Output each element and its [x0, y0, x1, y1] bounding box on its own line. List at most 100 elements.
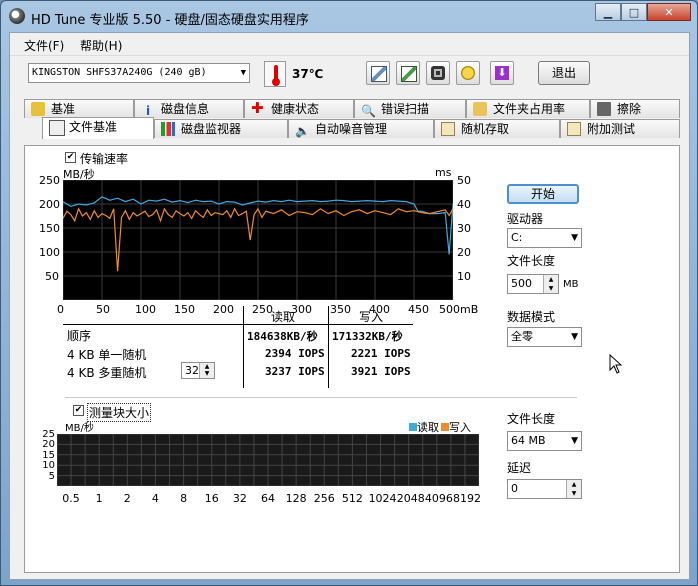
queue-depth-stepper[interactable]: 32 ▲ ▼	[181, 362, 215, 379]
tab-noise-management[interactable]: 🔈 自动噪音管理	[288, 119, 434, 138]
block-file-length-select[interactable]: 64 MB ▼	[507, 431, 582, 451]
y-left-tick-label: 250	[39, 174, 60, 187]
file-benchmark-icon	[49, 120, 65, 136]
x-tick-label: 150	[174, 303, 195, 316]
block-size-checkbox[interactable]: ✔	[73, 405, 84, 416]
x-tick-label: 50	[96, 303, 110, 316]
coins-icon	[461, 66, 475, 80]
block-x-tick-label: 128	[285, 492, 307, 505]
block-file-length-value: 64 MB	[511, 434, 546, 447]
row-sequential-write: 171332KB/秒	[332, 330, 403, 343]
row-4k-single-read: 2394 IOPS	[265, 347, 325, 360]
file-length-value: 500	[511, 277, 532, 290]
chevron-down-icon: ▼	[571, 332, 578, 342]
x-tick-label: 450	[408, 303, 429, 316]
random-access-icon	[441, 122, 455, 136]
tab-extra-tests[interactable]: 附加测试	[560, 119, 680, 138]
menu-file[interactable]: 文件(F)	[24, 37, 64, 54]
file-length-stepper[interactable]: 500 ▲ ▼	[507, 274, 559, 294]
y-right-tick-label: 30	[457, 222, 471, 235]
x-tick-label: 0	[57, 303, 64, 316]
info-icon: i	[145, 104, 151, 118]
copy-info-icon	[401, 66, 417, 82]
tab-folder-usage[interactable]: 文件夹占用率	[466, 99, 590, 118]
screenshot-button[interactable]	[426, 61, 450, 85]
y-right-tick-label: 40	[457, 198, 471, 211]
block-size-chart	[56, 433, 480, 487]
data-mode-select[interactable]: 全零 ▼	[507, 327, 582, 347]
legend-write-label: 写入	[449, 421, 471, 434]
tab-random-access[interactable]: 随机存取	[434, 119, 560, 138]
delay-label: 延迟	[507, 461, 532, 475]
block-x-tick-label: 2	[123, 492, 131, 505]
x-tick-label: 250	[252, 303, 273, 316]
delay-stepper[interactable]: 0 ▲ ▼	[507, 479, 582, 499]
options-button[interactable]	[456, 61, 480, 85]
tab-disk-monitor[interactable]: 磁盘监视器	[154, 119, 288, 138]
thermometer-icon	[264, 61, 286, 87]
transfer-unit-right: ms	[435, 166, 452, 179]
chevron-down-icon: ▼	[240, 68, 246, 78]
menu-help[interactable]: 帮助(H)	[80, 37, 122, 54]
benchmark-icon	[31, 102, 45, 116]
tab-row-bottom: 文件基准 磁盘监视器 🔈 自动噪音管理 随机存取 附加测试	[24, 117, 680, 139]
block-size-label: 测量块大小	[87, 403, 152, 422]
row-sequential-label: 顺序	[67, 329, 92, 343]
save-button[interactable]: ⬇	[490, 61, 514, 85]
stepper-arrows-icon[interactable]: ▲ ▼	[566, 480, 581, 498]
client-area: 文件(F) 帮助(H) KINGSTON SHFS37A240G (240 gB…	[9, 32, 690, 580]
minimize-button[interactable]: ▁	[595, 3, 621, 21]
block-file-length-label: 文件长度	[507, 412, 556, 426]
y-left-tick-label: 150	[39, 222, 60, 235]
exit-button[interactable]: 退出	[538, 61, 590, 85]
file-length-label: 文件长度	[507, 254, 556, 268]
tab-disk-info[interactable]: i 磁盘信息	[134, 99, 244, 118]
block-x-tick-label: 0.5	[62, 492, 80, 505]
y-right-tick-label: 10	[457, 270, 471, 283]
speaker-icon: 🔈	[295, 124, 310, 138]
tab-erase[interactable]: 擦除	[590, 99, 680, 118]
tab-file-benchmark[interactable]: 文件基准	[42, 117, 154, 139]
block-x-tick-label: 64	[261, 492, 275, 505]
close-button[interactable]: ✕	[647, 3, 691, 21]
tab-error-scan[interactable]: 🔍 错误扫描	[354, 99, 466, 118]
x-tick-label: 200	[213, 303, 234, 316]
x-tick-label: 400	[369, 303, 390, 316]
drive-dropdown-value: KINGSTON SHFS37A240G (240 gB)	[32, 67, 207, 78]
start-button[interactable]: 开始	[507, 184, 579, 204]
drive-letter-select[interactable]: C: ▼	[507, 228, 582, 248]
drive-dropdown[interactable]: KINGSTON SHFS37A240G (240 gB) ▼	[28, 63, 250, 83]
legend-read-swatch	[409, 423, 417, 431]
x-tick-label: 100	[135, 303, 156, 316]
transfer-rate-checkbox[interactable]: ✔	[65, 152, 76, 163]
tab-health[interactable]: ✚ 健康状态	[244, 99, 354, 118]
block-y-tick-label: 5	[48, 470, 55, 482]
tab-benchmark[interactable]: 基准	[24, 99, 134, 118]
x-tick-label: 300	[291, 303, 312, 316]
folder-icon	[473, 102, 487, 116]
y-right-tick-label: 50	[457, 174, 471, 187]
extra-tests-icon	[567, 122, 581, 136]
stepper-arrows-icon[interactable]: ▲ ▼	[543, 275, 558, 293]
chevron-down-icon: ▼	[571, 436, 578, 446]
legend: 读取 写入	[409, 419, 471, 435]
menu-bar: 文件(F) 帮助(H)	[10, 33, 689, 56]
camera-icon	[431, 66, 445, 80]
copy-info-button[interactable]	[396, 61, 420, 85]
block-y-tick-label: 15	[42, 449, 55, 461]
drive-letter-value: C:	[511, 231, 523, 244]
block-y-tick-label: 25	[42, 429, 55, 440]
copy-button[interactable]	[366, 61, 390, 85]
data-mode-value: 全零	[511, 330, 533, 343]
queue-depth-value: 32	[185, 364, 199, 377]
block-y-tick-label: 10	[42, 460, 55, 472]
block-size-svg	[56, 433, 480, 487]
block-x-tick-label: 8192	[453, 492, 481, 505]
title-bar[interactable]: HD Tune 专业版 5.50 - 硬盘/固态硬盘实用程序 ▁ □ ✕	[1, 1, 697, 31]
maximize-button[interactable]: □	[621, 3, 647, 21]
tab-row-top: 基准 i 磁盘信息 ✚ 健康状态 🔍 错误扫描 文件夹占用率 擦除	[24, 99, 680, 119]
stepper-arrows-icon[interactable]: ▲ ▼	[199, 363, 214, 378]
block-x-tick-label: 8	[180, 492, 188, 505]
monitor-chart-icon	[161, 122, 175, 136]
legend-write-swatch	[441, 423, 449, 431]
